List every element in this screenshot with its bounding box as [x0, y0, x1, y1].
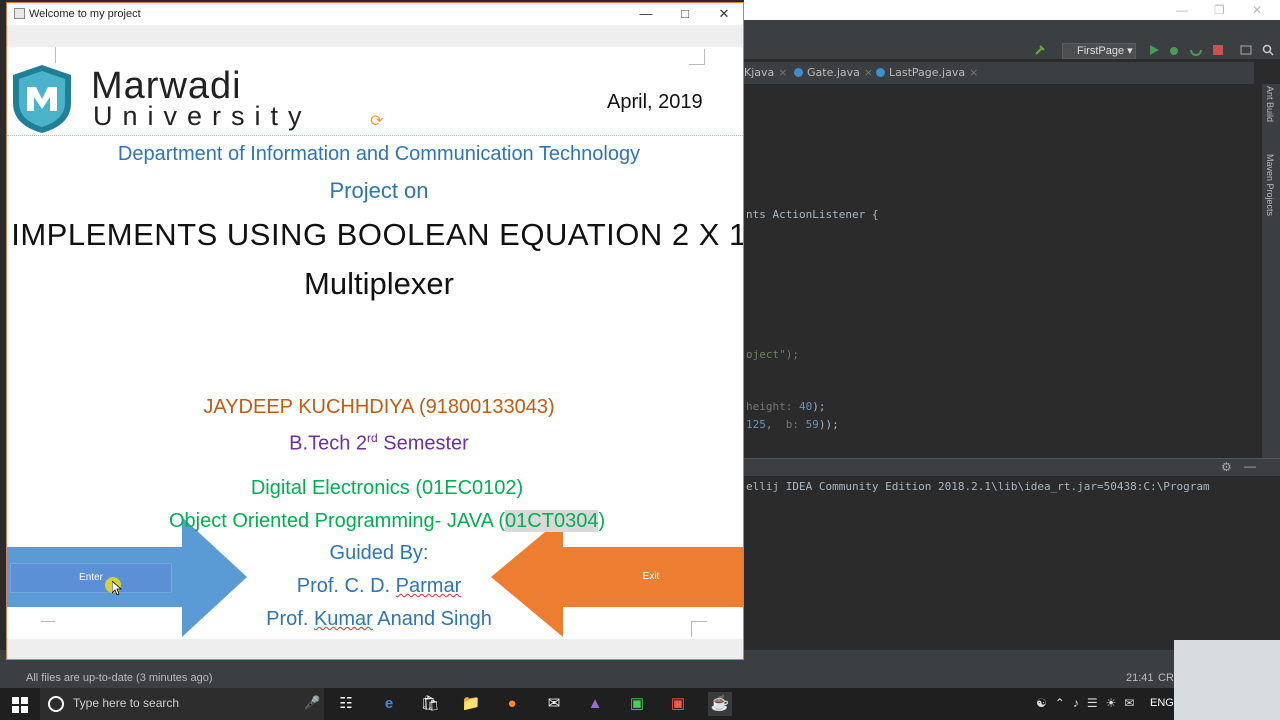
maximize-button[interactable]: □: [666, 3, 704, 25]
project-title-line1: IMPLEMENTS USING BOOLEAN EQUATION 2 X 1: [11, 217, 743, 252]
code-line: height: 40);: [746, 400, 826, 413]
windows-taskbar: Type here to search 🎤 ☷ e 🛍 📁 ● ✉ ▲ ▣ ▣ …: [0, 688, 1280, 720]
window-bottom-strip: [7, 639, 743, 659]
student-name: JAYDEEP KUCHHDIYA (91800133043): [203, 396, 555, 418]
course-digital-electronics: Digital Electronics (01EC0102): [250, 477, 524, 499]
status-message: All files are up-to-date (3 minutes ago): [26, 672, 213, 684]
system-tray-icons[interactable]: ☯⌃♪☰☀✉: [1036, 696, 1142, 710]
windows-start-icon[interactable]: [12, 697, 28, 713]
ide-right-tool-strip: Ant Build Maven Projects: [1262, 84, 1280, 464]
language-indicator[interactable]: ENG: [1150, 697, 1174, 709]
hide-panel-icon[interactable]: —: [1244, 459, 1256, 473]
task-view-icon[interactable]: ☷: [334, 692, 358, 716]
ide-close-button[interactable]: ✕: [1252, 3, 1262, 17]
class-icon: [794, 68, 803, 77]
camtasia-icon[interactable]: ▣: [625, 692, 649, 716]
editor-tabs: Kjava × Gate.java × LastPage.java ×: [744, 62, 1254, 84]
project-structure-icon[interactable]: [1240, 44, 1252, 56]
brand-subtitle: University: [93, 101, 312, 131]
slide-corner-mark: [55, 47, 71, 63]
window-title: Welcome to my project: [29, 8, 141, 20]
guided-by-label: Guided By:: [329, 542, 429, 564]
enter-button[interactable]: Enter: [10, 563, 172, 593]
code-line: nts ActionListener {: [746, 208, 879, 221]
slide-corner-mark: [689, 49, 705, 65]
minimize-button[interactable]: —: [627, 3, 665, 25]
maven-projects-tab[interactable]: Maven Projects: [1265, 154, 1275, 216]
project-on-label: Project on: [329, 178, 429, 203]
console-output: ellij IDEA Community Edition 2018.2.1\li…: [746, 480, 1210, 493]
semester-info: B.Tech 2rd Semester: [289, 431, 469, 455]
department-name: Department of Information and Communicat…: [117, 143, 641, 165]
recorder-icon[interactable]: ▣: [666, 692, 690, 716]
run-panel-header: ⚙ —: [744, 458, 1280, 476]
debug-icon[interactable]: [1168, 44, 1180, 56]
ide-minimize-button[interactable]: —: [1176, 3, 1188, 17]
coverage-icon[interactable]: [1190, 44, 1202, 56]
file-explorer-icon[interactable]: 📁: [459, 692, 483, 716]
cortana-icon[interactable]: [48, 696, 64, 712]
hammer-icon[interactable]: [1034, 44, 1046, 56]
ide-toolbar: [744, 20, 1280, 60]
firefox-icon[interactable]: ●: [500, 692, 524, 716]
exit-button[interactable]: Exit: [559, 563, 743, 593]
microphone-icon[interactable]: 🎤: [304, 695, 320, 711]
close-button[interactable]: ✕: [705, 3, 743, 25]
slide-date: April, 2019: [607, 91, 703, 113]
project-window: Welcome to my project — □ ✕ Marwadi Univ…: [6, 2, 744, 660]
tab-kjava[interactable]: Kjava ×: [744, 66, 787, 79]
course-oop-java: Object Oriented Programming- JAVA (01CT0…: [169, 510, 606, 532]
title-slide: Marwadi University April, 2019 ⟳ Departm…: [7, 47, 743, 643]
visual-studio-icon[interactable]: ▲: [583, 692, 607, 716]
desktop: — ❐ ✕ FirstPage ▾ Kjava × Gate.java × Last…: [0, 0, 1280, 720]
window-title-bar[interactable]: Welcome to my project — □ ✕: [7, 3, 743, 25]
university-shield-logo: [13, 65, 71, 133]
search-icon[interactable]: [1262, 44, 1274, 56]
window-top-strip: [7, 25, 743, 47]
project-title-line2: Multiplexer: [304, 266, 454, 301]
gear-icon[interactable]: ⚙: [1221, 460, 1232, 474]
ide-title-bar: — ❐ ✕: [744, 0, 1280, 20]
rotate-handle-icon: ⟳: [370, 113, 384, 130]
class-icon: [876, 68, 885, 77]
tab-gate-java[interactable]: Gate.java ×: [794, 66, 873, 79]
run-configuration-select[interactable]: FirstPage ▾: [1062, 43, 1136, 59]
store-icon[interactable]: 🛍: [418, 692, 442, 716]
ant-build-tab[interactable]: Ant Build: [1265, 86, 1275, 122]
java-app-taskbar-icon[interactable]: ☕: [708, 692, 732, 716]
ide-status-bar: All files are up-to-date (3 minutes ago)…: [0, 670, 1280, 688]
search-placeholder: Type here to search: [73, 696, 180, 710]
webcam-overlay: [1174, 640, 1280, 720]
run-icon[interactable]: [1148, 44, 1160, 56]
status-position[interactable]: 21:41: [1126, 672, 1154, 684]
mouse-pointer-icon: [112, 581, 122, 595]
ide-restore-button[interactable]: ❐: [1214, 3, 1225, 17]
code-line: 125, b: 59));: [746, 418, 839, 431]
mail-icon[interactable]: ✉: [542, 692, 566, 716]
edge-browser-icon[interactable]: e: [377, 692, 401, 716]
stop-icon[interactable]: [1212, 44, 1224, 56]
tab-lastpage-java[interactable]: LastPage.java ×: [876, 66, 978, 79]
code-line: oject");: [746, 348, 799, 361]
java-app-icon: [14, 8, 25, 19]
guide-professor-2: Prof. Kumar Anand Singh: [266, 608, 492, 630]
taskbar-search-box[interactable]: Type here to search 🎤: [40, 688, 324, 720]
header-divider: [7, 135, 743, 136]
